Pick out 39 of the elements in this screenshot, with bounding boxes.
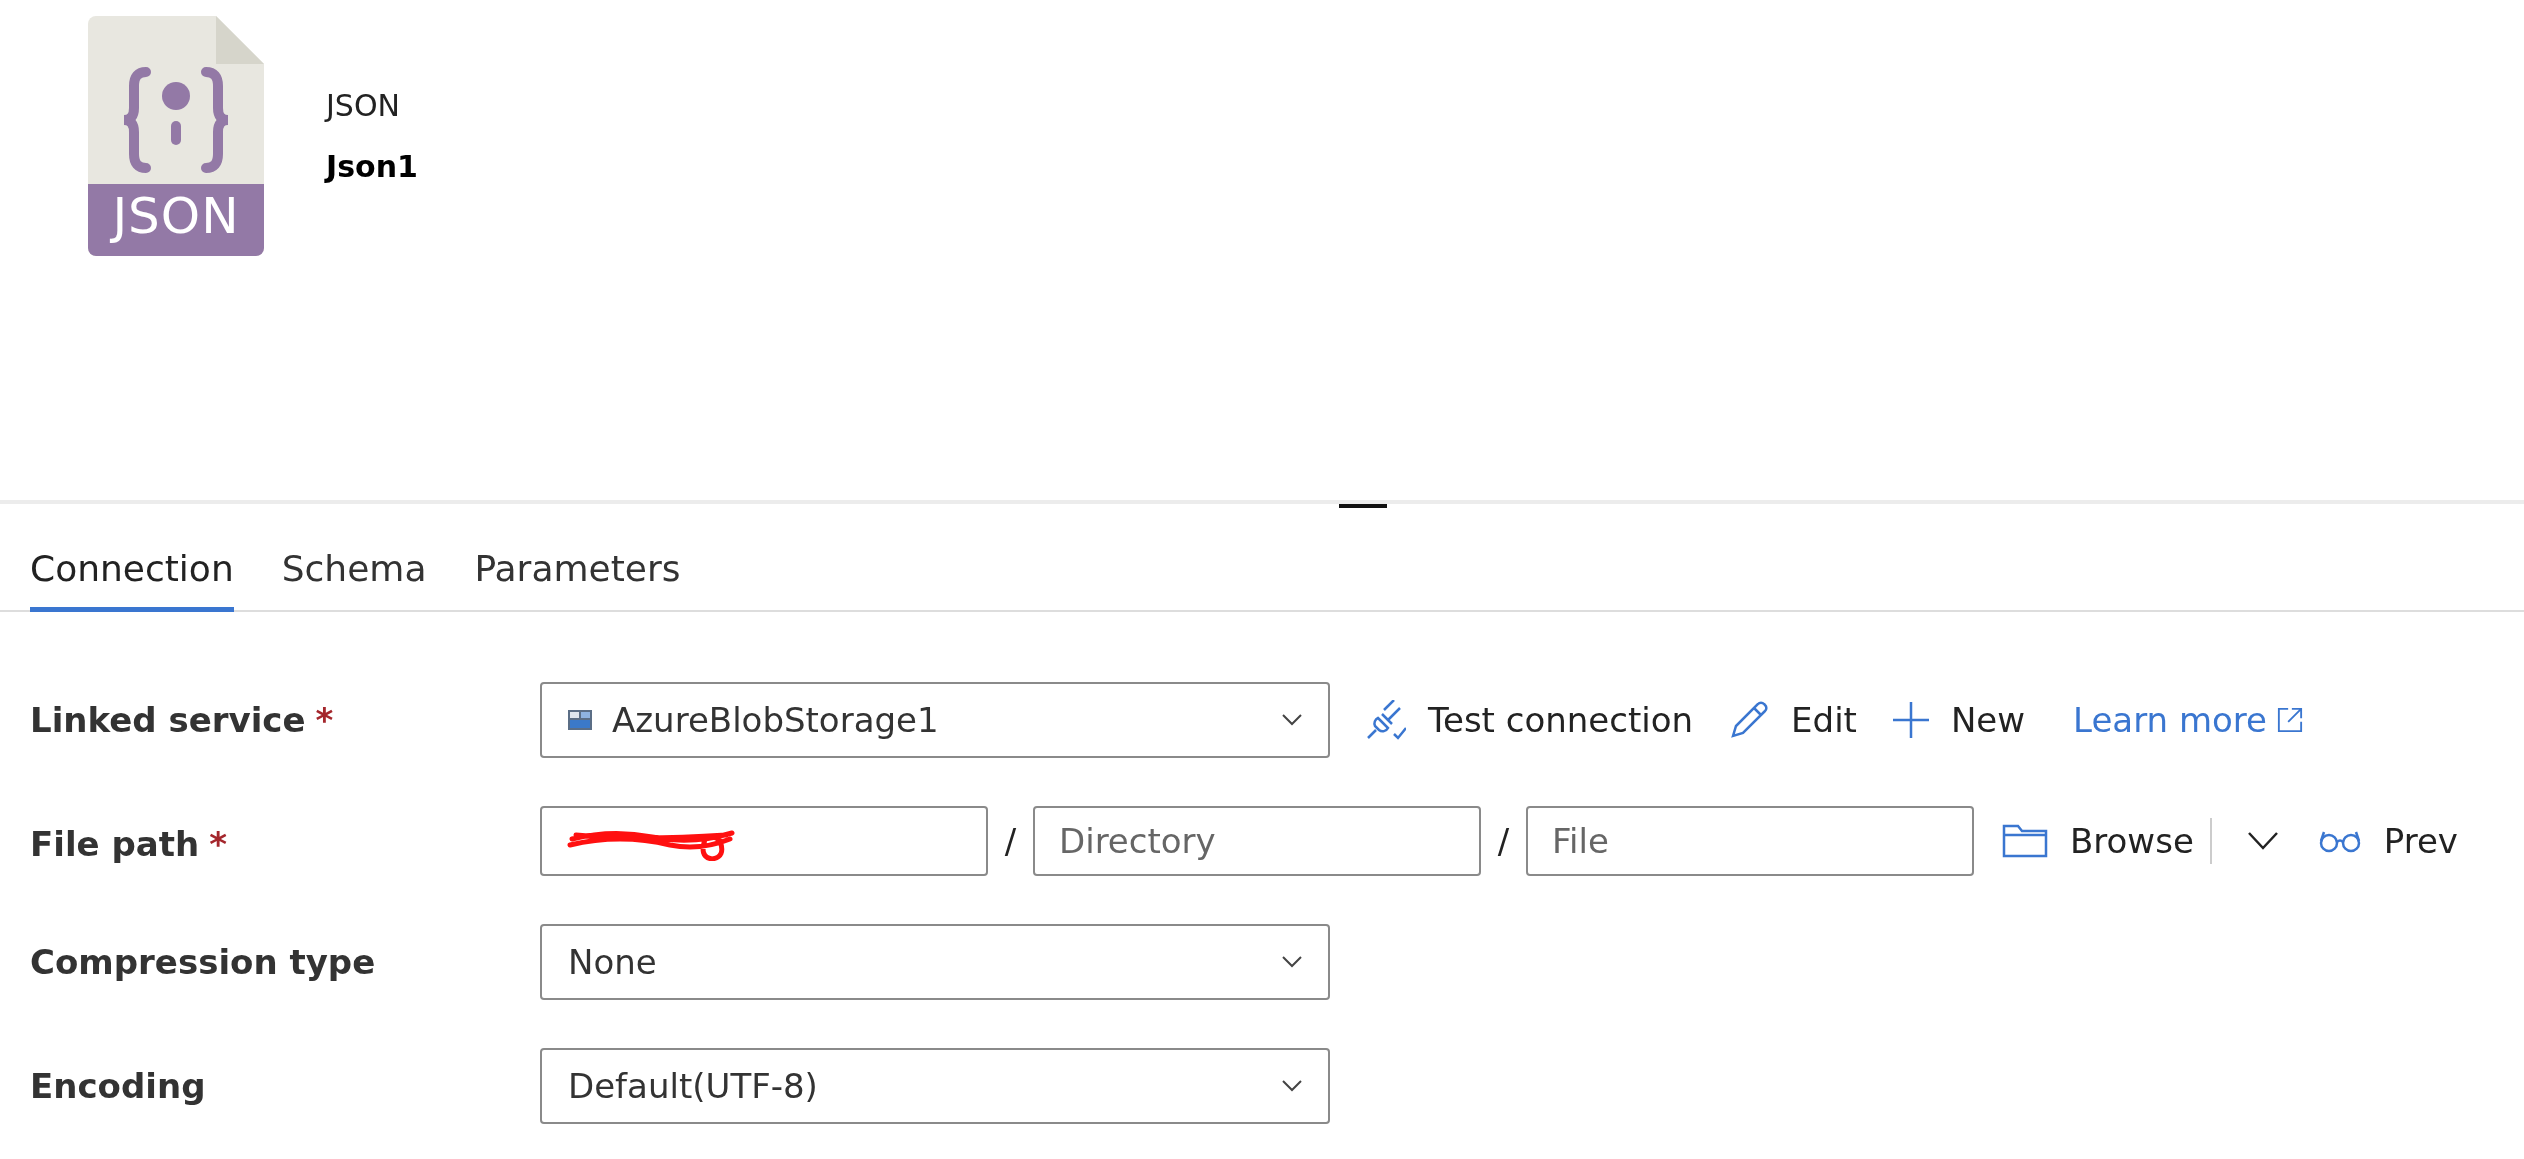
path-separator: / bbox=[1003, 821, 1018, 861]
edit-button[interactable]: Edit bbox=[1729, 700, 1857, 740]
folder-icon bbox=[2002, 824, 2048, 858]
new-button[interactable]: New bbox=[1892, 700, 2026, 740]
field-label: Linked service bbox=[30, 700, 306, 740]
learn-more-link[interactable]: Learn more bbox=[2073, 700, 2303, 740]
linked-service-dropdown[interactable]: AzureBlobStorage1 bbox=[540, 682, 1330, 758]
file-type-label: JSON bbox=[109, 186, 241, 247]
tab[interactable]: Schema bbox=[281, 548, 427, 612]
required-mark: * bbox=[315, 700, 334, 740]
container-field[interactable] bbox=[540, 806, 988, 876]
field-label: File path bbox=[30, 824, 200, 864]
field-label: Encoding bbox=[30, 1066, 206, 1106]
splitter-handle[interactable] bbox=[1339, 504, 1387, 508]
file-field[interactable]: File bbox=[1526, 806, 1974, 876]
json-file-icon bbox=[88, 16, 264, 256]
directory-field[interactable]: Directory bbox=[1033, 806, 1481, 876]
chevron-down-icon bbox=[1282, 956, 1302, 968]
external-link-icon bbox=[2277, 707, 2303, 733]
plug-icon bbox=[1366, 700, 1406, 740]
storage-icon bbox=[568, 710, 592, 730]
encoding-dropdown[interactable]: Default(UTF-8) bbox=[540, 1048, 1330, 1124]
browse-button[interactable]: Browse bbox=[2002, 821, 2194, 861]
dataset-type: JSON bbox=[326, 88, 401, 123]
chevron-down-icon bbox=[1282, 714, 1302, 726]
required-mark: * bbox=[209, 824, 227, 864]
tab[interactable]: Parameters bbox=[474, 548, 681, 612]
chevron-down-icon bbox=[2247, 832, 2278, 850]
pencil-icon bbox=[1729, 700, 1770, 740]
dataset-name: Json1 bbox=[326, 149, 418, 184]
plus-icon bbox=[1892, 702, 1929, 738]
field-label: Compression type bbox=[30, 942, 376, 982]
path-separator: / bbox=[1496, 821, 1511, 861]
tab[interactable]: Connection bbox=[30, 548, 234, 612]
browse-options-dropdown[interactable] bbox=[2247, 832, 2278, 850]
preview-button[interactable]: Prev bbox=[2317, 821, 2458, 861]
compression-type-dropdown[interactable]: None bbox=[540, 924, 1330, 1000]
chevron-down-icon bbox=[1282, 1080, 1302, 1092]
test-connection-button[interactable]: Test connection bbox=[1366, 700, 1694, 740]
